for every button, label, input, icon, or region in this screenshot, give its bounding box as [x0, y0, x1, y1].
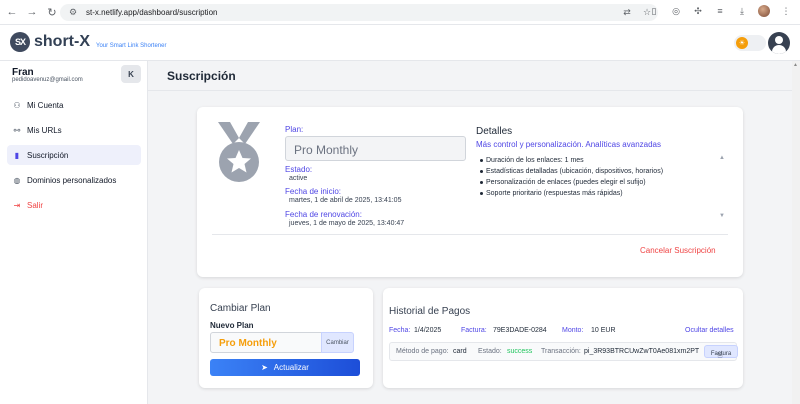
- reload-icon[interactable]: ↻: [44, 4, 60, 20]
- invoice-button-label: Factura: [710, 351, 732, 357]
- sidebar-item-mis-urls[interactable]: ⚯ Mis URLs: [7, 120, 141, 140]
- page-scrollbar[interactable]: ▲: [792, 61, 800, 404]
- cambiar-button[interactable]: Cambiar: [321, 332, 354, 353]
- payment-method-value: card: [453, 348, 467, 355]
- hide-details-link[interactable]: Ocultar detalles: [685, 327, 734, 334]
- payment-details: Método de pago: card Estado: success Tra…: [389, 342, 738, 361]
- feature-item: Estadísticas detalladas (ubicación, disp…: [479, 168, 664, 175]
- browser-toolbar: ← → ↻ ⚙ st-x.netlify.app/dashboard/suscr…: [0, 0, 800, 25]
- puzzle-icon[interactable]: ✣: [692, 5, 704, 17]
- logout-icon: ⇥: [13, 200, 21, 210]
- transaction-value: pi_3R93BTRCUwZwT0Ae081xm2PT: [584, 348, 700, 355]
- renewal-date-label: Fecha de renovación:: [285, 210, 362, 219]
- address-bar[interactable]: ⚙ st-x.netlify.app/dashboard/suscription: [60, 4, 658, 21]
- features-list: Duración de los enlaces: 1 mes Estadísti…: [479, 155, 664, 199]
- user-avatar-icon[interactable]: [768, 32, 790, 54]
- update-plan-button[interactable]: ➤ Actualizar: [210, 359, 360, 376]
- invoice-value: 79E3DADE-0284: [493, 327, 547, 334]
- date-label: Fecha:: [389, 327, 411, 334]
- download-icon[interactable]: ⤓: [736, 5, 748, 17]
- new-plan-select[interactable]: Pro Monthly: [210, 332, 322, 353]
- payment-status-value: success: [507, 348, 533, 355]
- scroll-down-icon[interactable]: ▼: [719, 213, 725, 219]
- media-icon[interactable]: ≡: [714, 5, 726, 17]
- amount-value: 10 EUR: [591, 327, 616, 334]
- site-info-icon[interactable]: ⚙: [68, 7, 78, 18]
- sidebar-item-salir[interactable]: ⇥ Salir: [7, 195, 141, 215]
- sidebar-item-label: Salir: [27, 200, 44, 210]
- divider: [212, 234, 728, 235]
- feature-item: Personalización de enlaces (puedes elegi…: [479, 177, 663, 188]
- collapse-sidebar-button[interactable]: K: [121, 65, 141, 83]
- browser-extensions: ▯ ◎ ✣ ≡ ⤓ ⋮: [648, 5, 792, 17]
- user-icon: ⚇: [13, 100, 21, 110]
- feature-item: Duración de los enlaces: 1 mes: [479, 155, 663, 166]
- sidebar-item-dominios[interactable]: ◍ Dominios personalizados: [7, 170, 141, 190]
- sidebar-item-mi-cuenta[interactable]: ⚇ Mi Cuenta: [7, 95, 141, 115]
- tagline: Your Smart Link Shortener: [96, 42, 167, 49]
- theme-toggle[interactable]: ☀: [734, 35, 766, 51]
- plan-label: Plan:: [285, 125, 304, 134]
- invoice-button[interactable]: 🗎 Factura: [704, 345, 738, 359]
- sun-icon: ☀: [736, 37, 748, 49]
- link-icon: ⚯: [13, 125, 21, 135]
- sidebar-item-label: Mi Cuenta: [27, 100, 64, 110]
- user-email: pedidoavenuz@gmail.com: [12, 77, 83, 83]
- transaction-label: Transacción:: [541, 348, 581, 355]
- estado-label: Estado:: [285, 165, 313, 174]
- amount-label: Monto:: [562, 327, 584, 334]
- details-subtitle: Más control y personalización. Analítica…: [476, 140, 661, 149]
- sidebar-item-label: Suscripción: [27, 150, 69, 160]
- details-title: Detalles: [476, 126, 513, 137]
- url-text: st-x.netlify.app/dashboard/suscription: [86, 8, 218, 17]
- subscription-card: Plan: Pro Monthly Estado: active Fecha d…: [197, 107, 743, 277]
- sidebar-item-suscripcion[interactable]: ▮ Suscripción: [7, 145, 141, 165]
- sidebar-item-label: Dominios personalizados: [27, 175, 117, 185]
- payment-status-label: Estado:: [478, 348, 502, 355]
- app-header: SX short-X Your Smart Link Shortener ☀: [0, 25, 800, 61]
- logo-text: short-X: [34, 33, 90, 50]
- sidebar-item-label: Mis URLs: [27, 125, 62, 135]
- browser-profile-avatar[interactable]: [758, 5, 770, 17]
- update-plan-label: Actualizar: [273, 363, 309, 372]
- extension-globe-icon[interactable]: ◎: [670, 5, 682, 17]
- extension-icon[interactable]: ▯: [648, 5, 660, 17]
- payment-history-title: Historial de Pagos: [389, 306, 471, 317]
- plan-field: Pro Monthly: [285, 136, 466, 161]
- payment-history-card: Historial de Pagos Fecha: 1/4/2025 Factu…: [383, 288, 743, 388]
- send-icon: ➤: [261, 363, 268, 372]
- change-plan-title: Cambiar Plan: [210, 303, 271, 314]
- forward-icon[interactable]: →: [24, 4, 40, 20]
- divider: [148, 90, 792, 91]
- estado-value: active: [289, 175, 308, 182]
- start-date-value: martes, 1 de abril de 2025, 13:41:05: [289, 197, 402, 204]
- cancel-subscription-button[interactable]: Cancelar Suscripción: [640, 246, 716, 255]
- new-plan-label: Nuevo Plan: [210, 321, 254, 330]
- change-plan-card: Cambiar Plan Nuevo Plan Pro Monthly Camb…: [199, 288, 373, 388]
- translate-icon[interactable]: ⇄: [621, 6, 633, 18]
- bookmark-icon: ▮: [14, 150, 20, 160]
- medal-icon: [218, 122, 260, 182]
- scroll-up-icon[interactable]: ▲: [719, 155, 725, 161]
- start-date-label: Fecha de inicio:: [285, 187, 342, 196]
- logo-mark: SX: [10, 32, 30, 52]
- feature-item: Soporte prioritario (respuestas más rápi…: [479, 188, 663, 199]
- sidebar: Fran pedidoavenuz@gmail.com K ⚇ Mi Cuent…: [0, 61, 148, 404]
- payment-method-label: Método de pago:: [396, 348, 449, 355]
- date-value: 1/4/2025: [414, 327, 442, 334]
- invoice-label: Factura:: [461, 327, 487, 334]
- logo[interactable]: SX short-X Your Smart Link Shortener: [10, 32, 166, 52]
- page-title: Suscripción: [167, 69, 236, 83]
- globe-icon: ◍: [13, 175, 21, 185]
- back-icon[interactable]: ←: [4, 4, 20, 20]
- browser-menu-icon[interactable]: ⋮: [780, 5, 792, 17]
- renewal-date-value: jueves, 1 de mayo de 2025, 13:40:47: [289, 220, 405, 227]
